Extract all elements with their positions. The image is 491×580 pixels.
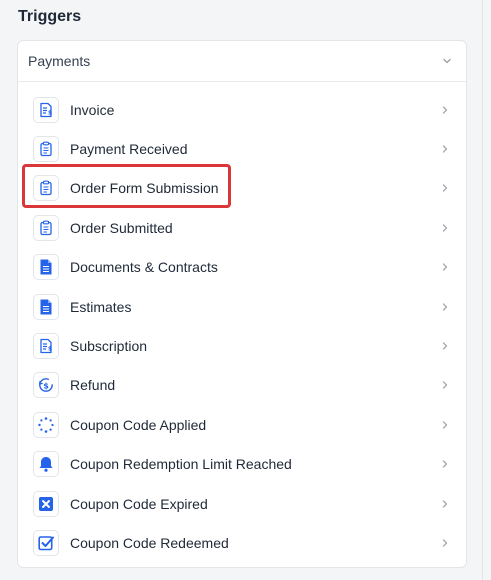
trigger-item-label: Subscription <box>70 338 148 355</box>
invoice-icon: $ <box>33 96 59 123</box>
svg-text:$: $ <box>48 346 52 353</box>
trigger-item-label: Invoice <box>70 101 115 118</box>
section-header-payments[interactable]: Payments <box>18 41 466 82</box>
invoice-icon: $ <box>33 333 59 360</box>
trigger-item[interactable]: $ Refund <box>18 366 466 405</box>
trigger-item[interactable]: Estimates <box>18 287 466 326</box>
trigger-item-label: Order Submitted <box>70 219 173 236</box>
check-square-icon <box>33 529 59 556</box>
document-icon <box>33 293 59 320</box>
trigger-item[interactable]: Payment Received <box>18 129 466 168</box>
triggers-card: Payments $ Invoice Payment Received Order F… <box>17 40 467 568</box>
trigger-item[interactable]: Coupon Code Expired <box>18 484 466 523</box>
trigger-item[interactable]: Coupon Code Applied <box>18 405 466 444</box>
chevron-right-icon <box>442 539 448 547</box>
trigger-item[interactable]: Order Submitted <box>18 208 466 247</box>
spinner-icon <box>33 411 59 438</box>
trigger-item-label: Documents & Contracts <box>70 259 218 276</box>
trigger-item-label: Coupon Code Applied <box>70 416 207 433</box>
chevron-right-icon <box>442 499 448 508</box>
refund-icon: $ <box>33 372 59 399</box>
trigger-item-label: Coupon Code Redeemed <box>70 534 229 551</box>
x-square-icon <box>33 490 59 517</box>
chevron-right-icon <box>442 460 448 468</box>
chevron-right-icon <box>442 184 448 193</box>
trigger-item-label: Estimates <box>70 298 132 315</box>
svg-text:$: $ <box>48 109 52 116</box>
trigger-item[interactable]: Order Form Submission <box>18 169 466 208</box>
chevron-right-icon <box>442 342 448 350</box>
chevron-right-icon <box>442 145 448 153</box>
bell-icon <box>33 451 59 478</box>
trigger-item-label: Payment Received <box>70 141 188 158</box>
chevron-right-icon <box>442 224 448 232</box>
panel-divider <box>482 0 483 580</box>
clipboard-icon <box>33 136 59 163</box>
chevron-right-icon <box>442 263 448 271</box>
trigger-item[interactable]: $ Subscription <box>18 326 466 365</box>
clipboard-icon <box>33 214 59 241</box>
trigger-item-label: Coupon Redemption Limit Reached <box>70 456 292 473</box>
chevron-right-icon <box>442 302 448 311</box>
chevron-down-icon <box>443 58 451 64</box>
trigger-item-label: Order Form Submission <box>70 180 219 197</box>
svg-text:$: $ <box>43 382 49 391</box>
trigger-item-label: Refund <box>70 377 116 394</box>
chevron-right-icon <box>442 381 448 390</box>
trigger-item[interactable]: Coupon Redemption Limit Reached <box>18 445 466 484</box>
chevron-right-icon <box>442 106 448 114</box>
trigger-item[interactable]: Coupon Code Redeemed <box>18 523 466 562</box>
document-icon <box>33 254 59 281</box>
chevron-right-icon <box>442 421 448 429</box>
trigger-item[interactable]: $ Invoice <box>18 90 466 129</box>
trigger-list: $ Invoice Payment Received Order Form Submi… <box>18 82 466 563</box>
panel-title: Triggers <box>18 8 82 25</box>
trigger-item[interactable]: Documents & Contracts <box>18 248 466 287</box>
clipboard-icon <box>33 175 59 202</box>
trigger-item-label: Coupon Code Expired <box>70 495 208 512</box>
section-label: Payments <box>28 53 91 69</box>
